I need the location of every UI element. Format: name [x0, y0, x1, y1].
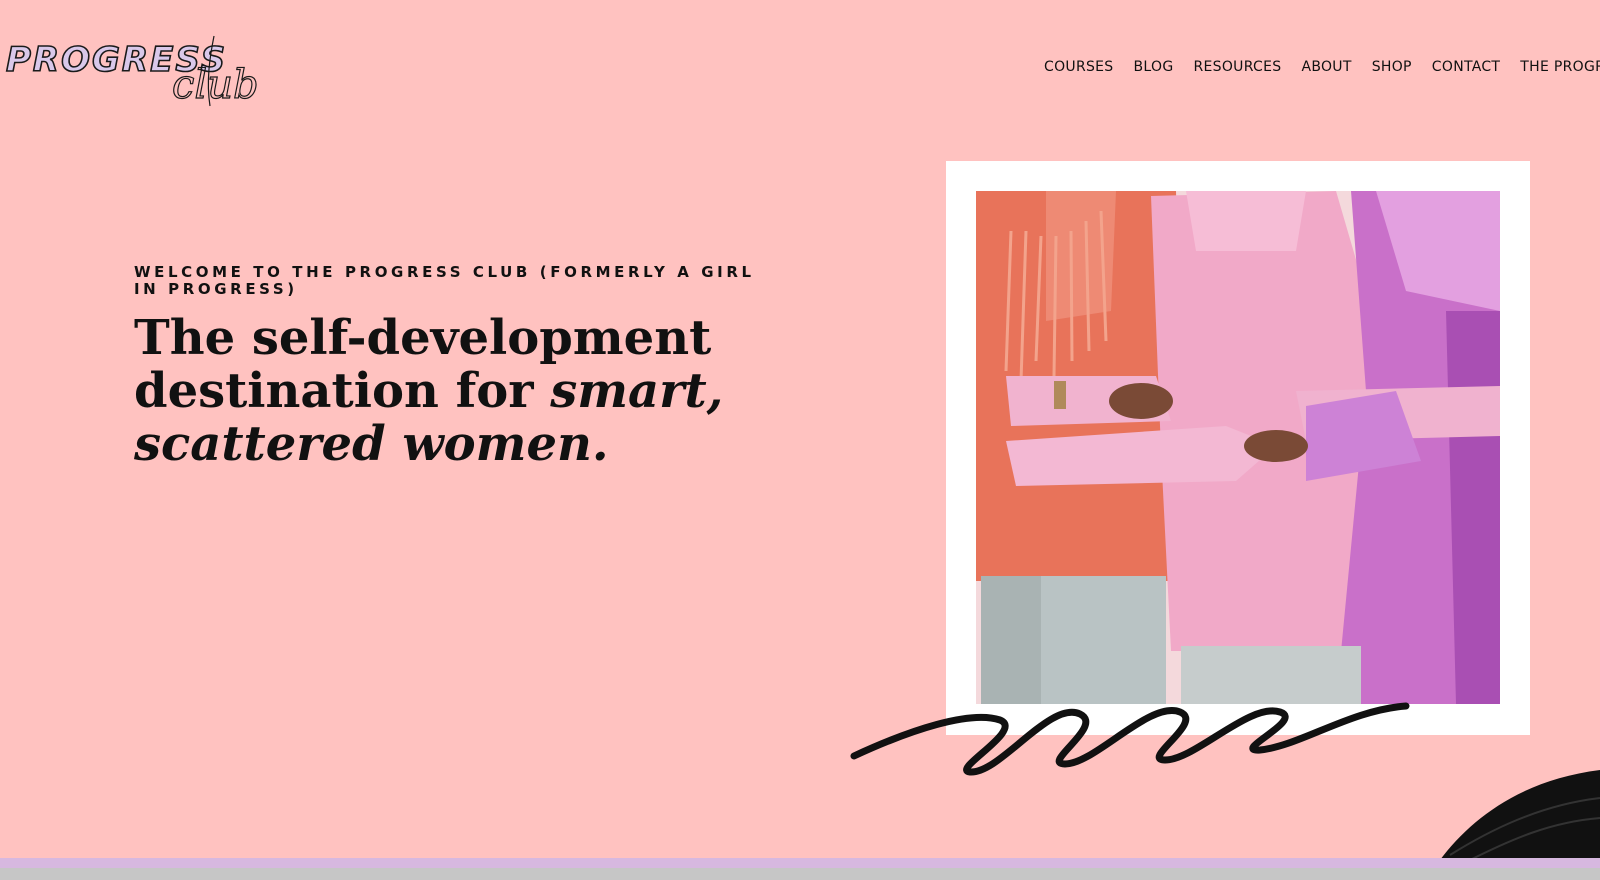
svg-text:club: club — [172, 62, 258, 108]
nav-item-courses[interactable]: COURSES — [1044, 59, 1114, 75]
site-logo[interactable]: PROGRESS club — [5, 26, 258, 118]
nav-item-the-program[interactable]: THE PROGRA — [1520, 59, 1600, 75]
nav-item-blog[interactable]: BLOG — [1134, 59, 1174, 75]
hero-eyebrow: WELCOME TO THE PROGRESS CLUB (FORMERLY A… — [134, 263, 755, 298]
decorative-scribble — [1430, 770, 1600, 870]
nav-item-resources[interactable]: RESOURCES — [1193, 59, 1281, 75]
nav-item-shop[interactable]: SHOP — [1372, 59, 1412, 75]
main-nav: COURSES BLOG RESOURCES ABOUT SHOP CONTAC… — [1044, 59, 1600, 75]
hero-photo-illustration — [976, 191, 1500, 704]
bottom-accent-bar — [0, 858, 1600, 868]
hero-photo-frame — [946, 161, 1530, 735]
logo-script-club: club — [171, 35, 258, 109]
hero-headline: The self-development destination for sma… — [134, 312, 774, 471]
decorative-swirl — [850, 702, 1410, 776]
bottom-scroll-strip — [0, 868, 1600, 880]
nav-item-about[interactable]: ABOUT — [1301, 59, 1351, 75]
headline-italic-scattered: scattered women. — [134, 416, 609, 472]
headline-italic-smart: smart, — [550, 363, 724, 419]
nav-item-contact[interactable]: CONTACT — [1432, 59, 1501, 75]
hero-photo — [976, 191, 1500, 704]
